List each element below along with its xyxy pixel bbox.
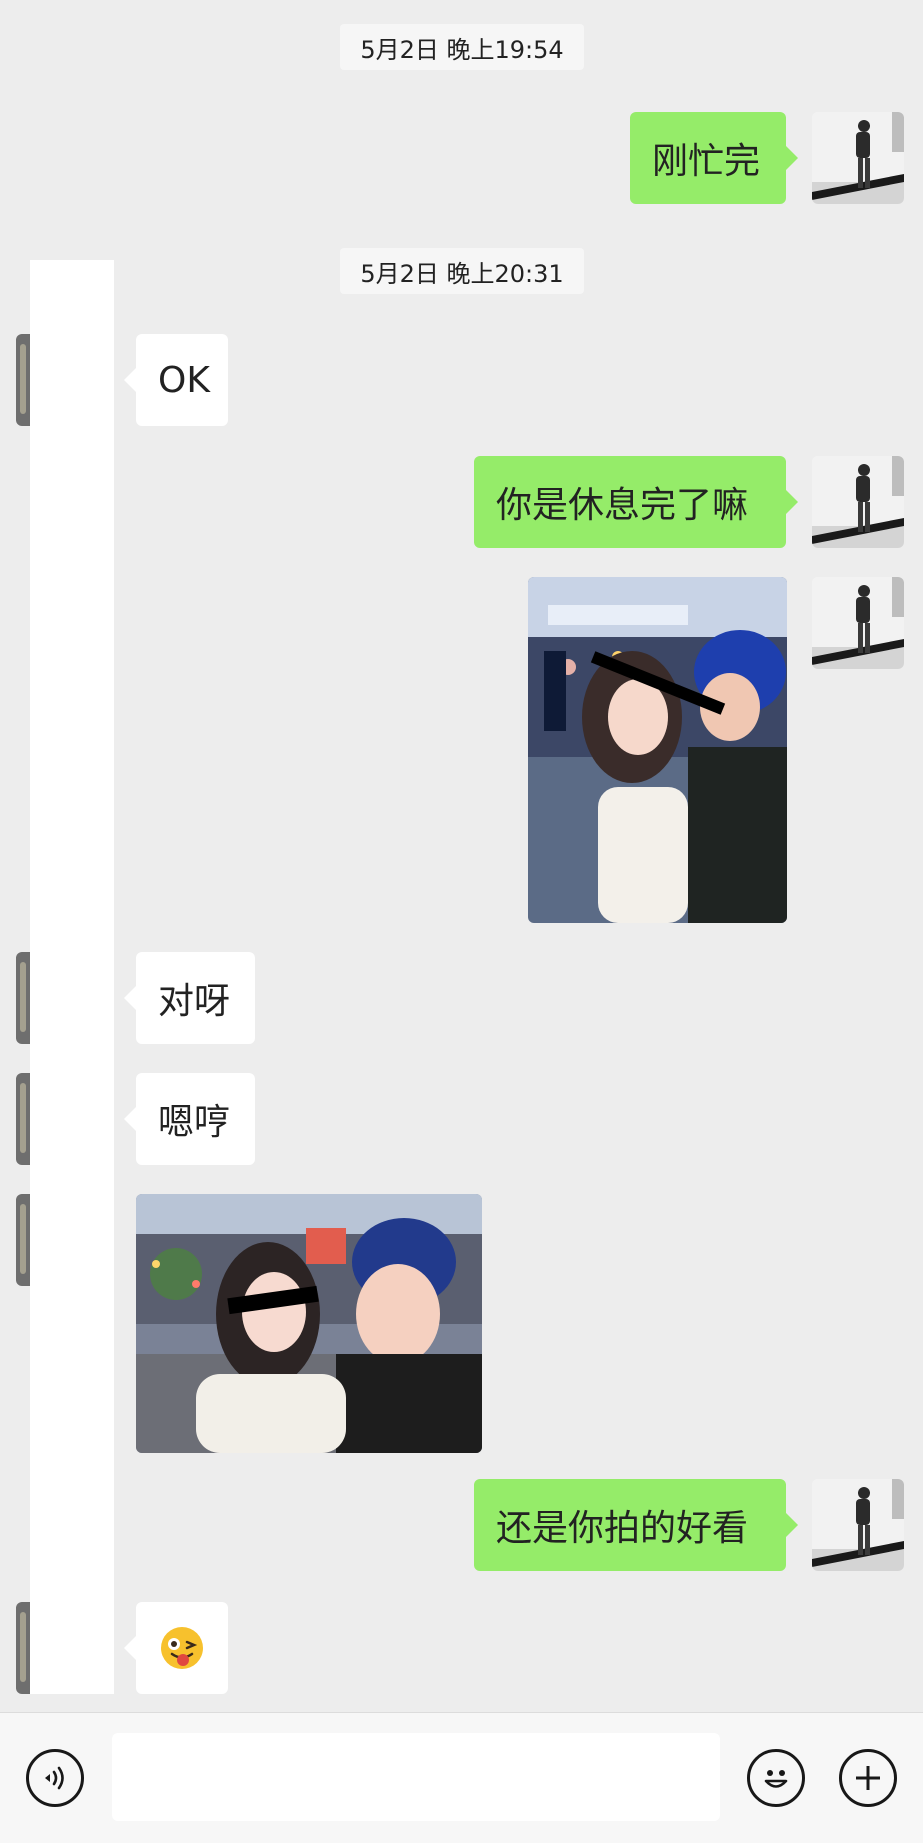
- emoji-button[interactable]: [747, 1749, 805, 1807]
- contact-avatar[interactable]: [16, 334, 30, 426]
- contact-avatar[interactable]: [16, 1073, 30, 1165]
- contact-avatar[interactable]: [16, 1602, 30, 1694]
- message-text: 对呀: [158, 981, 231, 1022]
- message-bubble-sent[interactable]: 还是你拍的好看: [474, 1479, 798, 1571]
- emoji-icon: [764, 1770, 788, 1788]
- received-photo[interactable]: [136, 1194, 482, 1453]
- message-bubble-received[interactable]: 对呀: [124, 952, 255, 1044]
- my-avatar[interactable]: [812, 112, 904, 204]
- message-text: 刚忙完: [652, 141, 761, 182]
- message-text: 嗯哼: [158, 1102, 231, 1143]
- message-input[interactable]: [112, 1733, 720, 1821]
- contact-avatar[interactable]: [16, 952, 30, 1044]
- voice-icon: [45, 1766, 64, 1790]
- message-text: OK: [158, 359, 210, 401]
- message-text: 你是休息完了嘛: [496, 485, 749, 526]
- my-avatar[interactable]: [812, 456, 904, 548]
- my-avatar[interactable]: [812, 577, 904, 669]
- redaction-strip: [30, 260, 114, 1694]
- timestamp: 5月2日 晚上19:54: [340, 24, 584, 70]
- message-bubble-received[interactable]: [124, 1602, 228, 1694]
- contact-avatar[interactable]: [16, 1194, 30, 1286]
- message-bubble-sent[interactable]: 你是休息完了嘛: [474, 456, 798, 548]
- voice-button[interactable]: [26, 1749, 84, 1807]
- plus-button[interactable]: [839, 1749, 897, 1807]
- winking-tongue-emoji-icon: [161, 1627, 203, 1669]
- plus-icon: [856, 1766, 880, 1790]
- my-avatar[interactable]: [812, 1479, 904, 1571]
- sent-photo[interactable]: [528, 577, 787, 923]
- message-bubble-sent[interactable]: 刚忙完: [630, 112, 798, 204]
- input-bar: [0, 1712, 923, 1843]
- timestamp: 5月2日 晚上20:31: [340, 248, 584, 294]
- message-text: 还是你拍的好看: [496, 1508, 749, 1549]
- chat-area[interactable]: 5月2日 晚上19:54 刚忙完 5月2日 晚上20:31 OK 你是休息完了嘛: [0, 0, 923, 1712]
- message-bubble-received[interactable]: OK: [124, 334, 228, 426]
- message-bubble-received[interactable]: 嗯哼: [124, 1073, 255, 1165]
